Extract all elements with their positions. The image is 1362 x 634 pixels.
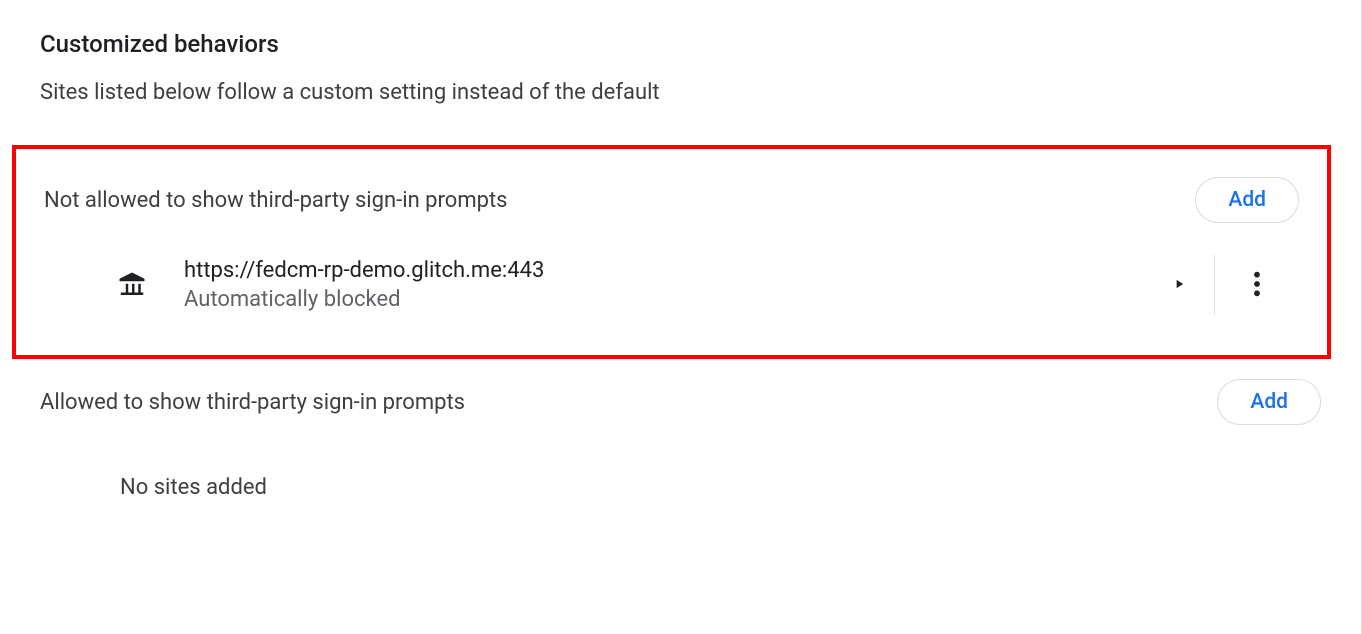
add-not-allowed-button[interactable]: Add — [1195, 177, 1299, 223]
add-allowed-button[interactable]: Add — [1217, 379, 1321, 425]
section-title: Customized behaviors — [40, 30, 1321, 58]
more-vert-icon — [1253, 270, 1261, 301]
not-allowed-section: Not allowed to show third-party sign-in … — [12, 145, 1331, 359]
allowed-title: Allowed to show third-party sign-in prom… — [40, 390, 465, 415]
site-row[interactable]: https://fedcm-rp-demo.glitch.me:443 Auto… — [16, 223, 1327, 315]
institution-icon — [116, 269, 148, 301]
not-allowed-title: Not allowed to show third-party sign-in … — [44, 188, 508, 213]
expand-site-button[interactable] — [1144, 265, 1214, 306]
no-sites-text: No sites added — [40, 425, 1321, 500]
section-description: Sites listed below follow a custom setti… — [40, 80, 1321, 105]
site-url: https://fedcm-rp-demo.glitch.me:443 — [184, 258, 1144, 283]
arrow-right-icon — [1172, 277, 1186, 294]
more-actions-button[interactable] — [1215, 258, 1299, 313]
site-status: Automatically blocked — [184, 287, 1144, 312]
allowed-section: Allowed to show third-party sign-in prom… — [40, 379, 1321, 500]
